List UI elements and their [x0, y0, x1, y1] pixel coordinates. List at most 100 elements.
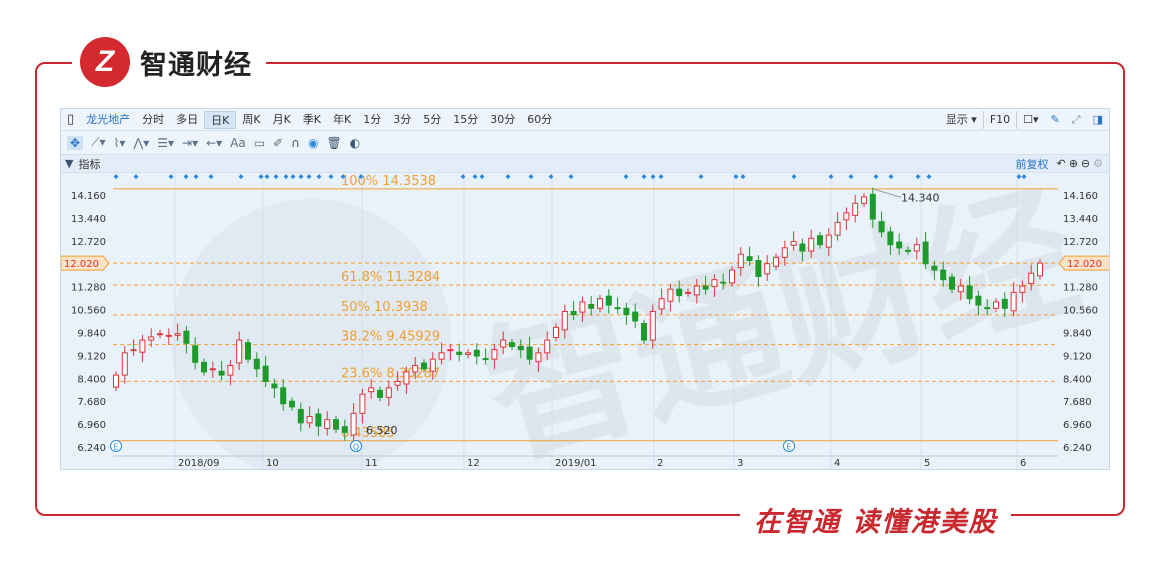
- event-dot: [479, 174, 485, 180]
- candle-body: [553, 326, 559, 339]
- fib-label: 38.2% 9.45929: [341, 330, 440, 345]
- y-tick-label-right: 14.160: [1063, 191, 1098, 202]
- x-tick-label: 6: [1020, 458, 1026, 469]
- candle-body: [957, 285, 964, 293]
- event-dot: [658, 174, 664, 180]
- candle-body: [306, 415, 313, 424]
- fib-label: 100% 14.3538: [341, 174, 436, 189]
- candle-body: [412, 365, 419, 373]
- candle-body: [746, 256, 753, 262]
- event-dot: [623, 174, 629, 180]
- candle-body: [517, 345, 524, 351]
- candle-body: [438, 352, 445, 360]
- high-annotation: 14.340: [901, 191, 940, 204]
- candle-body: [579, 301, 586, 313]
- candle-body: [526, 346, 533, 360]
- y-tick-label-left: 14.160: [71, 191, 106, 202]
- candle-body: [984, 307, 991, 310]
- brand-name: 智通财经: [140, 49, 252, 81]
- candle-body: [799, 243, 806, 252]
- candle-body: [1001, 298, 1008, 309]
- event-dot: [548, 174, 554, 180]
- candle-body: [1019, 285, 1026, 293]
- candle-body: [949, 276, 955, 290]
- candlestick-chart[interactable]: 智通财经2018/09 10 11 12 2019/01 2 3 4 5 614.160 14.16…: [61, 109, 1110, 470]
- event-dot: [641, 174, 647, 180]
- candle-body: [359, 393, 366, 414]
- candle-body: [641, 323, 647, 341]
- candle-body: [192, 345, 199, 363]
- y-tick-label-left: 6.960: [77, 420, 106, 431]
- candle-body: [333, 419, 339, 430]
- candle-body: [201, 361, 207, 373]
- candle-body: [148, 336, 155, 341]
- candle-body: [825, 234, 832, 248]
- candle-body: [817, 235, 823, 246]
- candle-body: [588, 303, 595, 309]
- candle-body: [394, 380, 401, 386]
- y-tick-label-right: 13.440: [1063, 214, 1098, 225]
- candle-body: [597, 298, 603, 309]
- candle-body: [429, 358, 436, 372]
- event-dot: [828, 174, 834, 180]
- event-marker-label: E: [786, 443, 791, 452]
- slogan: 在智通 读懂港美股: [740, 500, 1012, 539]
- candle-body: [139, 339, 146, 353]
- y-tick-label-left: 10.560: [71, 306, 106, 317]
- candle-body: [209, 368, 216, 371]
- candle-body: [693, 285, 700, 296]
- current-price-right: 12.020: [1067, 259, 1102, 270]
- candle-body: [623, 307, 630, 316]
- candle-body: [755, 260, 762, 277]
- event-dot: [273, 174, 279, 180]
- fib-label: 61.8% 11.3284: [341, 270, 440, 285]
- event-marker-label: Q: [353, 443, 359, 452]
- candle-body: [905, 249, 911, 252]
- y-tick-label-right: 11.280: [1063, 283, 1098, 294]
- candle-body: [570, 310, 577, 316]
- candle-body: [456, 351, 463, 355]
- candle-body: [649, 310, 656, 341]
- candle-body: [535, 352, 542, 363]
- candle-body: [271, 383, 278, 389]
- candle-body: [711, 279, 718, 288]
- candle-body: [262, 365, 269, 382]
- candle-body: [385, 387, 392, 398]
- candle-body: [676, 288, 683, 297]
- y-tick-label-right: 10.560: [1063, 306, 1098, 317]
- candle-body: [940, 269, 947, 281]
- candle-body: [482, 358, 489, 361]
- brand-logo-icon: Z: [80, 37, 130, 87]
- event-dot: [316, 174, 322, 180]
- candle-body: [350, 412, 357, 436]
- candle-body: [289, 400, 295, 408]
- candle-body: [878, 221, 885, 233]
- event-dot: [873, 174, 879, 180]
- candle-body: [500, 339, 507, 348]
- event-dot: [926, 174, 932, 180]
- candle-body: [280, 387, 287, 405]
- candle-body: [421, 362, 427, 370]
- candle-body: [834, 221, 841, 236]
- candle-body: [561, 310, 568, 331]
- event-dot: [328, 174, 334, 180]
- y-tick-label-right: 12.720: [1063, 237, 1098, 248]
- y-tick-label-right: 7.680: [1063, 397, 1092, 408]
- candle-body: [447, 349, 454, 352]
- candle-body: [1028, 272, 1035, 284]
- candle-body: [341, 426, 348, 433]
- event-dot: [298, 174, 304, 180]
- event-dot: [888, 174, 894, 180]
- candle-body: [764, 263, 771, 275]
- y-tick-label-left: 7.680: [77, 397, 106, 408]
- candle-body: [808, 237, 815, 252]
- low-annotation: 6.520: [366, 424, 398, 437]
- candle-body: [843, 212, 850, 221]
- candle-body: [667, 288, 674, 302]
- event-dot: [283, 174, 289, 180]
- candle-body: [869, 193, 876, 220]
- x-tick-label: 11: [365, 458, 378, 469]
- candle-body: [781, 247, 788, 258]
- y-tick-label-left: 9.120: [77, 351, 106, 362]
- candle-body: [236, 339, 243, 364]
